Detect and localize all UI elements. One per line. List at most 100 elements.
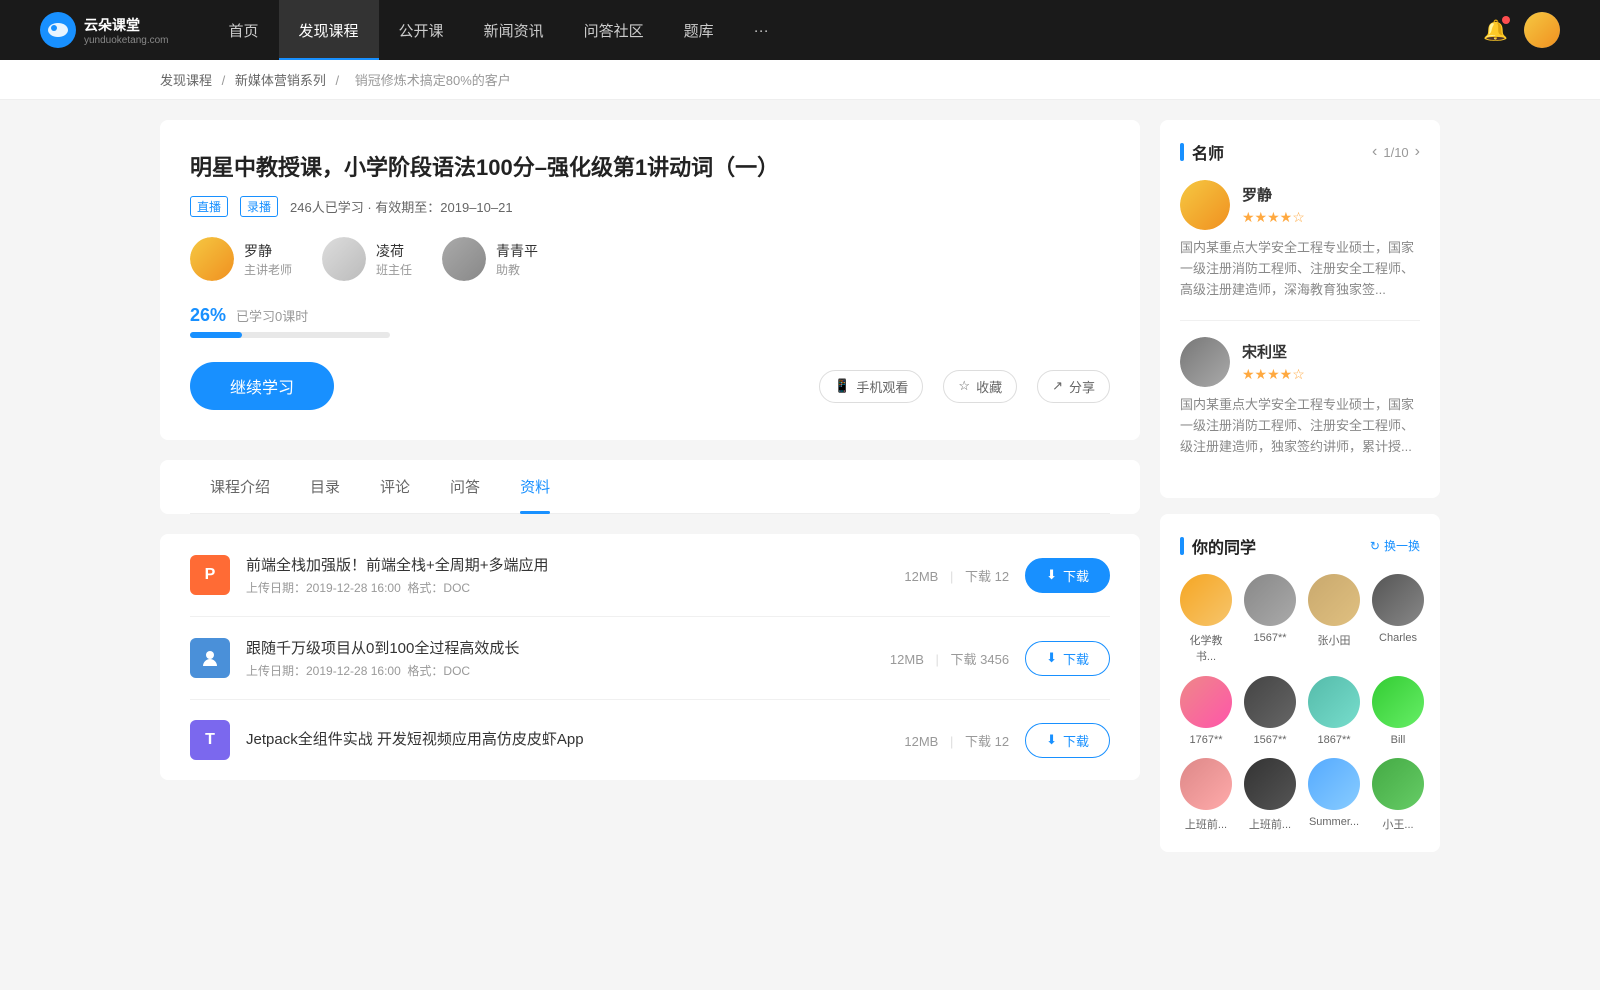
student-avatar-9 <box>1244 758 1296 810</box>
favorite-label: 收藏 <box>976 377 1002 396</box>
download-button-2[interactable]: ⬇ 下载 <box>1025 723 1110 758</box>
nav-qa[interactable]: 问答社区 <box>564 0 664 60</box>
teacher-role-2: 助教 <box>496 261 538 278</box>
teachers-row: 罗静 主讲老师 凌荷 班主任 <box>190 237 1110 281</box>
resource-name-1: 跟随千万级项目从0到100全过程高效成长 <box>246 637 874 658</box>
main-container: 明星中教授课，小学阶段语法100分–强化级第1讲动词（一） 直播 录播 246人… <box>0 100 1600 888</box>
student-item-2[interactable]: 张小田 <box>1308 574 1360 664</box>
user-avatar-image <box>1524 12 1560 48</box>
bell-icon[interactable]: 🔔 <box>1483 18 1508 43</box>
teacher-sidebar-name-1: 宋利坚 <box>1242 341 1305 362</box>
course-meta: 直播 录播 246人已学习 · 有效期至：2019–10–21 <box>190 196 1110 217</box>
tab-toc[interactable]: 目录 <box>290 460 360 513</box>
nav-news[interactable]: 新闻资讯 <box>464 0 564 60</box>
favorite-button[interactable]: ☆ 收藏 <box>943 370 1017 403</box>
teacher-stars-1: ★★★★☆ <box>1242 366 1305 383</box>
progress-section: 26% 已学习0课时 <box>190 305 1110 338</box>
download-label-2: 下载 <box>1063 731 1089 750</box>
student-item-4[interactable]: 1767** <box>1180 676 1232 746</box>
resource-stats-1: 12MB | 下载 3456 <box>890 649 1009 668</box>
nav-home[interactable]: 首页 <box>209 0 279 60</box>
tab-qa[interactable]: 问答 <box>430 460 500 513</box>
tab-reviews[interactable]: 评论 <box>360 460 430 513</box>
teacher-item-0: 罗静 主讲老师 <box>190 237 292 281</box>
student-avatar-5 <box>1244 676 1296 728</box>
nav-discover[interactable]: 发现课程 <box>279 0 379 60</box>
course-meta-text: 246人已学习 · 有效期至：2019–10–21 <box>290 197 513 216</box>
resource-item-0: P 前端全栈加强版！前端全栈+全周期+多端应用 上传日期：2019-12-28 … <box>190 534 1110 617</box>
student-item-3[interactable]: Charles <box>1372 574 1424 664</box>
tab-resources[interactable]: 资料 <box>500 460 570 513</box>
prev-page-icon[interactable]: ‹ <box>1372 143 1377 161</box>
student-item-1[interactable]: 1567** <box>1244 574 1296 664</box>
progress-bar-bg <box>190 332 390 338</box>
breadcrumb-discover[interactable]: 发现课程 <box>160 73 212 88</box>
content-area: 明星中教授课，小学阶段语法100分–强化级第1讲动词（一） 直播 录播 246人… <box>160 120 1140 868</box>
action-right: 📱 手机观看 ☆ 收藏 ↗ 分享 <box>819 370 1110 403</box>
navbar: 云朵课堂 yunduoketang.com 首页 发现课程 公开课 新闻资讯 问… <box>0 0 1600 60</box>
students-sidebar-title: 你的同学 ↻ 换一换 <box>1180 534 1420 558</box>
teacher-stars-0: ★★★★☆ <box>1242 209 1305 226</box>
student-name-5: 1567** <box>1253 734 1286 746</box>
teacher-sidebar-avatar-0 <box>1180 180 1230 230</box>
breadcrumb-sep2: / <box>336 73 343 88</box>
students-sidebar-card: 你的同学 ↻ 换一换 化学教书... 1567** <box>1160 514 1440 852</box>
student-name-8: 上班前... <box>1185 816 1227 832</box>
continue-button[interactable]: 继续学习 <box>190 362 334 410</box>
progress-pct: 26% <box>190 305 226 326</box>
page-info-text: 1/10 <box>1383 145 1408 160</box>
user-avatar-nav[interactable] <box>1524 12 1560 48</box>
student-avatar-4 <box>1180 676 1232 728</box>
refresh-button[interactable]: ↻ 换一换 <box>1370 537 1420 554</box>
student-name-3: Charles <box>1379 632 1417 644</box>
nav-quiz[interactable]: 题库 <box>664 0 734 60</box>
logo[interactable]: 云朵课堂 yunduoketang.com <box>40 12 169 48</box>
teacher-name-2: 青青平 <box>496 241 538 261</box>
nav-items: 首页 发现课程 公开课 新闻资讯 问答社区 题库 ··· <box>209 0 789 60</box>
student-item-5[interactable]: 1567** <box>1244 676 1296 746</box>
logo-text: 云朵课堂 yunduoketang.com <box>84 15 169 46</box>
nav-public[interactable]: 公开课 <box>379 0 464 60</box>
teacher-role-0: 主讲老师 <box>244 261 292 278</box>
student-avatar-7 <box>1372 676 1424 728</box>
share-button[interactable]: ↗ 分享 <box>1037 370 1110 403</box>
student-avatar-0 <box>1180 574 1232 626</box>
student-item-9[interactable]: 上班前... <box>1244 758 1296 832</box>
student-item-11[interactable]: 小王... <box>1372 758 1424 832</box>
student-avatar-1 <box>1244 574 1296 626</box>
teachers-pagination: ‹ 1/10 › <box>1372 143 1420 161</box>
action-row: 继续学习 📱 手机观看 ☆ 收藏 ↗ 分享 <box>190 362 1110 410</box>
resource-list: P 前端全栈加强版！前端全栈+全周期+多端应用 上传日期：2019-12-28 … <box>160 534 1140 780</box>
phone-watch-button[interactable]: 📱 手机观看 <box>819 370 923 403</box>
teacher-sidebar-item-0: 罗静 ★★★★☆ 国内某重点大学安全工程专业硕士，国家一级注册消防工程师、注册安… <box>1180 180 1420 300</box>
tab-intro[interactable]: 课程介绍 <box>190 460 290 513</box>
teacher-avatar-0 <box>190 237 234 281</box>
student-item-7[interactable]: Bill <box>1372 676 1424 746</box>
teacher-info-2: 青青平 助教 <box>496 241 538 278</box>
teacher-item-1: 凌荷 班主任 <box>322 237 412 281</box>
resource-icon-1 <box>190 638 230 678</box>
next-page-icon[interactable]: › <box>1415 143 1420 161</box>
students-refresh: ↻ 换一换 <box>1370 537 1420 554</box>
resource-stats-0: 12MB | 下载 12 <box>904 566 1009 585</box>
share-icon: ↗ <box>1052 378 1063 394</box>
student-name-10: Summer... <box>1309 816 1359 828</box>
resource-name-0: 前端全栈加强版！前端全栈+全周期+多端应用 <box>246 554 888 575</box>
nav-more[interactable]: ··· <box>734 0 789 60</box>
resource-meta-1: 上传日期：2019-12-28 16:00 格式：DOC <box>246 662 874 679</box>
teacher-sidebar-name-0: 罗静 <box>1242 184 1305 205</box>
download-button-1[interactable]: ⬇ 下载 <box>1025 641 1110 676</box>
student-item-6[interactable]: 1867** <box>1308 676 1360 746</box>
tabs-area: 课程介绍 目录 评论 问答 资料 <box>160 460 1140 514</box>
resource-info-0: 前端全栈加强版！前端全栈+全周期+多端应用 上传日期：2019-12-28 16… <box>246 554 888 596</box>
phone-icon: 📱 <box>834 378 850 394</box>
teacher-role-1: 班主任 <box>376 261 412 278</box>
student-item-10[interactable]: Summer... <box>1308 758 1360 832</box>
download-label-1: 下载 <box>1063 649 1089 668</box>
student-item-0[interactable]: 化学教书... <box>1180 574 1232 664</box>
download-button-0[interactable]: ⬇ 下载 <box>1025 558 1110 593</box>
student-item-8[interactable]: 上班前... <box>1180 758 1232 832</box>
student-avatar-8 <box>1180 758 1232 810</box>
breadcrumb-series[interactable]: 新媒体营销系列 <box>235 73 326 88</box>
student-name-6: 1867** <box>1317 734 1350 746</box>
